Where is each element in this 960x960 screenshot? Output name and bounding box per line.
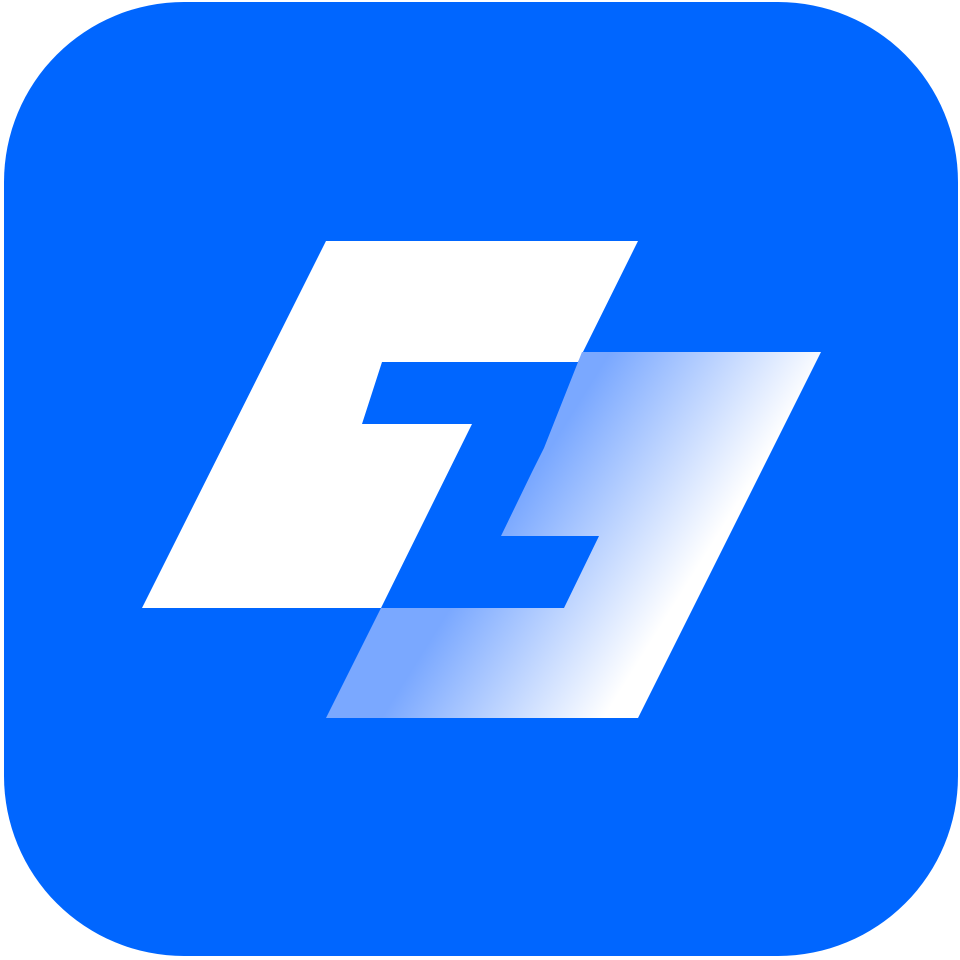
app-logo-icon[interactable]: [4, 2, 958, 956]
icon-background: [4, 2, 958, 956]
canvas: [0, 0, 960, 960]
